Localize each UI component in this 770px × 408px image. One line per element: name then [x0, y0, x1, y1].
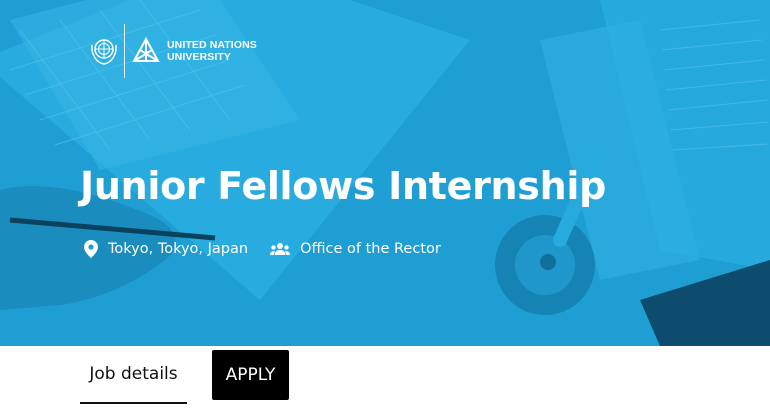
unu-logo-text: UNITED NATIONS UNIVERSITY [167, 39, 257, 63]
people-icon [270, 243, 291, 255]
org-name-line1: UNITED NATIONS [167, 39, 257, 51]
logo-divider [124, 24, 125, 78]
location-pin-icon [84, 240, 98, 258]
apply-button[interactable]: APPLY [212, 350, 289, 400]
un-emblem-icon [91, 39, 117, 65]
job-location-text: Tokyo, Tokyo, Japan [108, 241, 249, 257]
tab-job-details[interactable]: Job details [80, 346, 187, 404]
unu-logo[interactable]: UNITED NATIONS UNIVERSITY [88, 24, 257, 78]
hero-banner: UNITED NATIONS UNIVERSITY Junior Fellows… [0, 0, 770, 346]
job-location: Tokyo, Tokyo, Japan [84, 240, 248, 258]
job-department-text: Office of the Rector [300, 241, 441, 257]
page-title: Junior Fellows Internship [80, 164, 606, 208]
job-department: Office of the Rector [270, 241, 441, 257]
job-tabs: Job details APPLY [0, 346, 770, 408]
org-name-line2: UNIVERSITY [167, 51, 232, 63]
job-meta: Tokyo, Tokyo, Japan Office of the Rector [84, 240, 463, 258]
unu-mark-icon [132, 36, 160, 62]
